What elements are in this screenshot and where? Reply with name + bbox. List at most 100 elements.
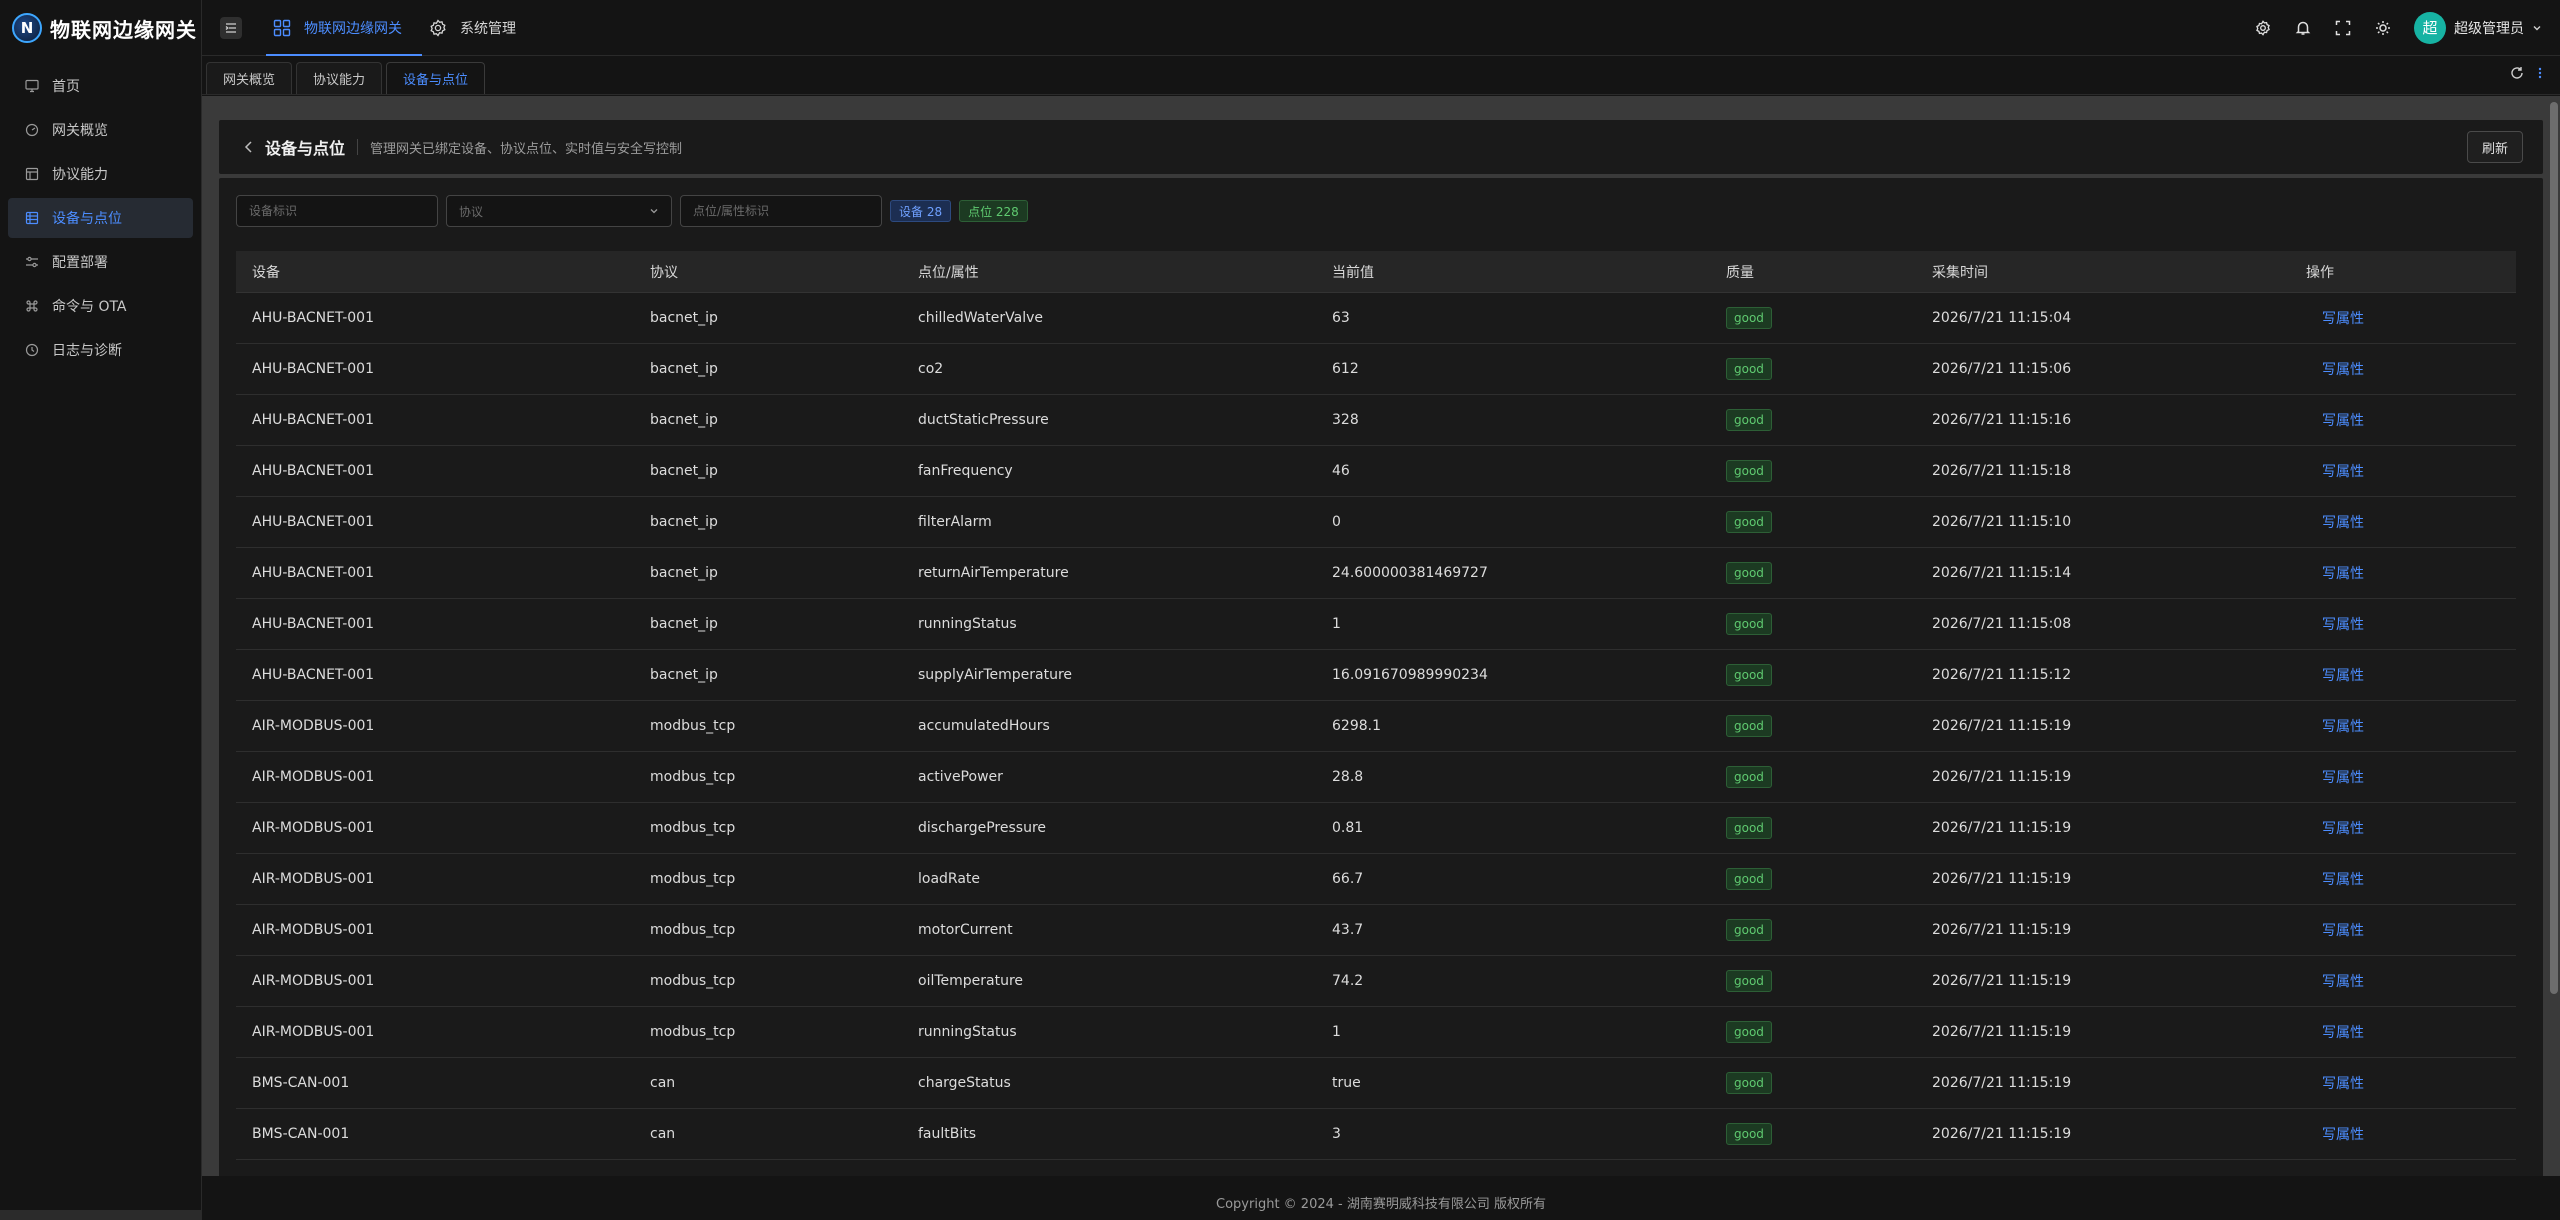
sidebar-item-label: 网关概览 — [52, 123, 108, 139]
refresh-button[interactable]: 刷新 — [2466, 131, 2523, 163]
cell-device: AIR-MODBUS-001 — [252, 973, 375, 989]
col-time: 采集时间 — [1932, 264, 1988, 281]
cell-device: AIR-MODBUS-001 — [252, 871, 375, 887]
back-icon[interactable] — [241, 141, 257, 153]
write-property-link[interactable]: 写属性 — [2306, 515, 2364, 531]
quality-badge: good — [1726, 460, 1772, 482]
write-property-link[interactable]: 写属性 — [2306, 1025, 2364, 1041]
cell-point: filterAlarm — [918, 514, 992, 530]
cell-device: AHU-BACNET-001 — [252, 565, 374, 581]
quality-badge: good — [1726, 919, 1772, 941]
cell-value: 74.2 — [1332, 973, 1364, 989]
cell-value: 1 — [1332, 1024, 1341, 1040]
table-row: BMS-CAN-001 can faultBits 3 good 2026/7/21 11… — [236, 1109, 2516, 1160]
sidebar-item-devices[interactable]: 设备与点位 — [8, 198, 193, 238]
sidebar-item-gateway-overview[interactable]: 网关概览 — [8, 110, 193, 150]
write-property-link[interactable]: 写属性 — [2306, 617, 2364, 633]
cell-value: 24.600000381469727 — [1332, 565, 1488, 581]
cell-protocol: modbus_tcp — [650, 820, 736, 836]
cell-point: chargeStatus — [918, 1075, 1011, 1091]
bell-icon[interactable] — [2294, 19, 2312, 37]
write-property-link[interactable]: 写属性 — [2306, 668, 2364, 684]
write-property-link[interactable]: 写属性 — [2306, 311, 2364, 327]
cell-device: AHU-BACNET-001 — [252, 412, 374, 428]
sidebar-item-config[interactable]: 配置部署 — [8, 242, 193, 282]
page-title: 设备与点位 — [265, 139, 346, 158]
content-scrollbar[interactable] — [2550, 102, 2558, 994]
write-property-link[interactable]: 写属性 — [2306, 974, 2364, 990]
write-property-link[interactable]: 写属性 — [2306, 719, 2364, 735]
cell-action: 写属性 — [2306, 359, 2516, 379]
topnav-label: 系统管理 — [460, 20, 516, 37]
sidebar-item-protocol[interactable]: 协议能力 — [8, 154, 193, 194]
write-property-link[interactable]: 写属性 — [2306, 821, 2364, 837]
write-property-link[interactable]: 写属性 — [2306, 566, 2364, 582]
device-id-input[interactable] — [236, 195, 438, 227]
quality-badge: good — [1726, 970, 1772, 992]
chevron-down-icon — [2533, 25, 2541, 30]
quality-badge: good — [1726, 868, 1772, 890]
cell-quality: good — [1726, 766, 1932, 788]
col-quality: 质量 — [1726, 264, 1754, 281]
tab-protocol[interactable]: 协议能力 — [296, 62, 383, 94]
collapse-menu-button[interactable] — [220, 16, 242, 39]
col-protocol: 协议 — [650, 264, 678, 281]
topnav-iot-gateway[interactable]: 物联网边缘网关 — [266, 0, 422, 56]
cell-value: 66.7 — [1332, 871, 1364, 887]
write-property-link[interactable]: 写属性 — [2306, 872, 2364, 888]
title-divider — [357, 139, 359, 155]
cell-quality: good — [1726, 715, 1932, 737]
quality-badge: good — [1726, 511, 1772, 533]
table-row: AHU-BACNET-001 bacnet_ip supplyAirTemperat… — [236, 650, 2516, 701]
cell-protocol: modbus_tcp — [650, 769, 736, 785]
write-property-link[interactable]: 写属性 — [2306, 413, 2364, 429]
reload-icon[interactable] — [2510, 66, 2524, 84]
cell-quality: good — [1726, 1021, 1932, 1043]
app-logo[interactable]: N 物联网边缘网关 — [0, 0, 201, 56]
cell-quality: good — [1726, 358, 1932, 380]
sidebar-item-command-ota[interactable]: 命令与 OTA — [8, 286, 193, 326]
cell-action: 写属性 — [2306, 308, 2516, 328]
monitor-icon — [24, 78, 40, 94]
table-row: AIR-MODBUS-001 modbus_tcp accumulatedHours… — [236, 701, 2516, 752]
sidebar-scrollbar[interactable] — [0, 1210, 201, 1220]
cell-quality: good — [1726, 409, 1932, 431]
table-row: AIR-MODBUS-001 modbus_tcp motorCurrent 43.7… — [236, 905, 2516, 956]
tab-gateway-overview[interactable]: 网关概览 — [206, 62, 293, 94]
theme-sun-icon[interactable] — [2374, 19, 2392, 37]
cell-action: 写属性 — [2306, 1073, 2516, 1093]
settings-icon[interactable] — [2254, 19, 2272, 37]
topnav-label: 物联网边缘网关 — [304, 20, 402, 37]
cell-value: 0.81 — [1332, 820, 1364, 836]
cell-point: co2 — [918, 361, 944, 377]
write-property-link[interactable]: 写属性 — [2306, 1076, 2364, 1092]
write-property-link[interactable]: 写属性 — [2306, 1127, 2364, 1143]
sidebar: N 物联网边缘网关 首页 网关概览 协议能力 设备与点位 配置部署 命令与 OT… — [0, 0, 202, 1220]
cell-time: 2026/7/21 11:15:14 — [1932, 565, 2072, 581]
table-row: AHU-BACNET-001 bacnet_ip co2 612 good 2026/7/… — [236, 344, 2516, 395]
sidebar-item-logs[interactable]: 日志与诊断 — [8, 330, 193, 370]
write-property-link[interactable]: 写属性 — [2306, 362, 2364, 378]
sidebar-item-home[interactable]: 首页 — [8, 66, 193, 106]
cell-time: 2026/7/21 11:15:19 — [1932, 820, 2072, 836]
menu-fold-icon — [225, 22, 236, 33]
cell-quality: good — [1726, 664, 1932, 686]
point-id-input[interactable] — [680, 195, 882, 227]
write-property-link[interactable]: 写属性 — [2306, 464, 2364, 480]
protocol-select[interactable]: 协议 — [446, 195, 672, 227]
cell-device: AHU-BACNET-001 — [252, 310, 374, 326]
write-property-link[interactable]: 写属性 — [2306, 770, 2364, 786]
write-property-link[interactable]: 写属性 — [2306, 923, 2364, 939]
cell-device: AIR-MODBUS-001 — [252, 1024, 375, 1040]
cell-protocol: bacnet_ip — [650, 667, 718, 683]
quality-badge: good — [1726, 1072, 1772, 1094]
col-point: 点位/属性 — [918, 264, 979, 281]
cell-value: 43.7 — [1332, 922, 1364, 938]
tab-devices[interactable]: 设备与点位 — [386, 62, 486, 94]
more-vertical-icon[interactable] — [2538, 66, 2542, 84]
user-menu[interactable]: 超 超级管理员 — [2414, 11, 2542, 44]
cell-protocol: bacnet_ip — [650, 361, 718, 377]
fullscreen-icon[interactable] — [2334, 19, 2352, 37]
topnav-system-management[interactable]: 系统管理 — [422, 0, 536, 56]
username: 超级管理员 — [2454, 20, 2524, 37]
